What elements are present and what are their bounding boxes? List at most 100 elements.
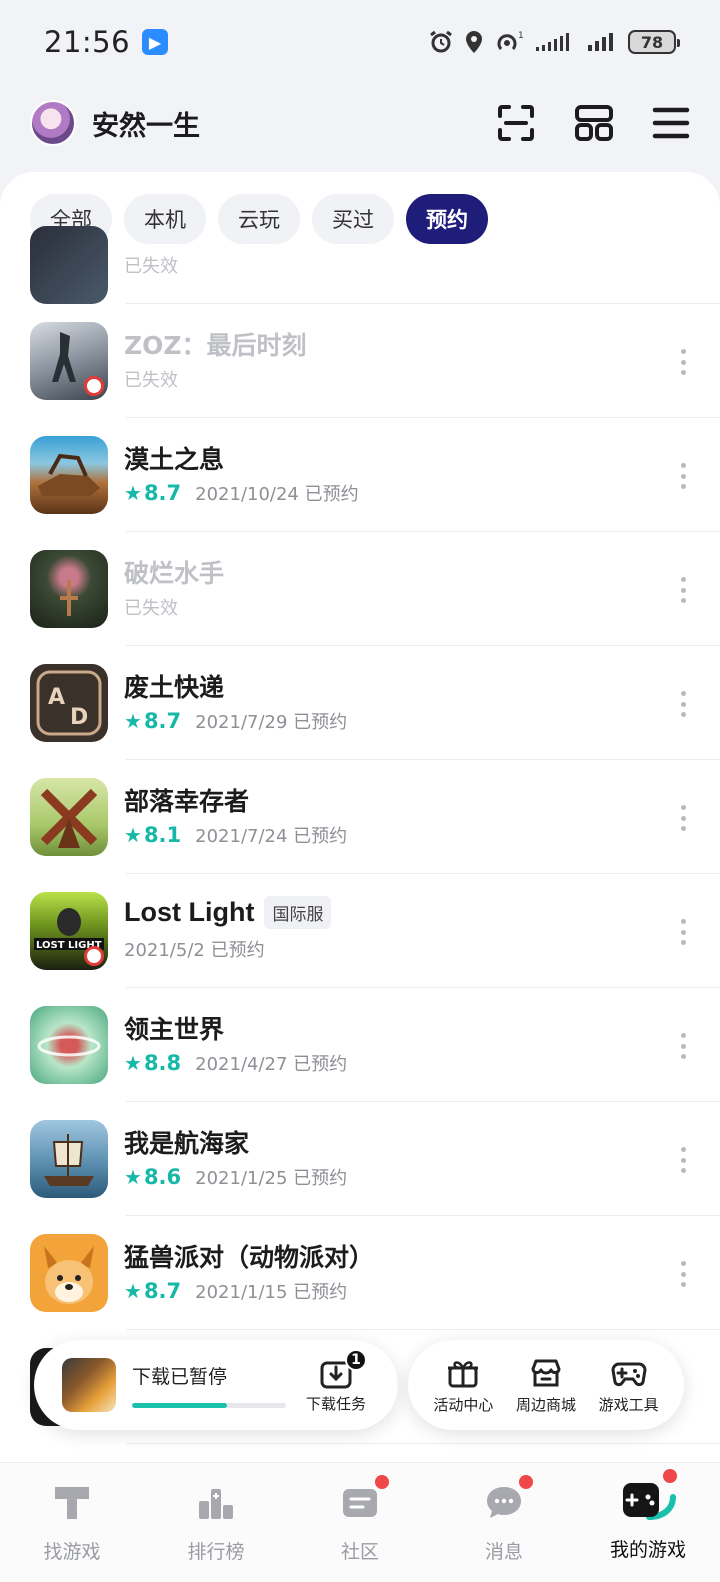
download-game-thumbnail: [62, 1358, 116, 1412]
star-icon: ★: [124, 1165, 142, 1189]
discover-icon: [55, 1487, 89, 1519]
notification-dot: [519, 1475, 533, 1489]
tool-game-tools[interactable]: 游戏工具: [599, 1356, 659, 1415]
game-thumbnail: [30, 1006, 108, 1084]
filter-chip-purchased[interactable]: 买过: [312, 194, 394, 244]
bottom-nav: 找游戏 排行榜 社区 消息 我的游戏: [0, 1462, 720, 1582]
game-thumbnail: [30, 1120, 108, 1198]
game-meta: ★ 8.6 2021/1/25 已预约: [124, 1164, 347, 1190]
filter-chip-reserved[interactable]: 预约: [406, 194, 488, 244]
filter-chip-local[interactable]: 本机: [124, 194, 206, 244]
svg-text:1: 1: [518, 31, 524, 41]
community-icon: [343, 1489, 377, 1517]
rating: ★ 8.1: [124, 823, 182, 847]
game-meta: ★ 8.8 2021/4/27 已预约: [124, 1050, 347, 1076]
rating: ★ 8.6: [124, 1165, 182, 1189]
ranking-icon: [199, 1489, 233, 1519]
game-thumbnail: [30, 322, 108, 400]
game-row[interactable]: LOST LIGHT Lost Light 国际服 2021/5/2 已预约: [0, 874, 720, 988]
status-icons: 1 78: [428, 29, 680, 55]
more-options-icon[interactable]: [680, 1261, 686, 1287]
download-task-label: 下载任务: [306, 1394, 367, 1413]
game-title: 漠土之息: [124, 445, 225, 474]
game-meta: ★ 8.7 2021/7/29 已预约: [124, 708, 347, 734]
main-card: 全部 本机 云玩 买过 预约 已失效 ZOZ：最后时刻 已失效 漠土之息 ★ 8…: [0, 172, 720, 1462]
filter-chip-cloud[interactable]: 云玩: [218, 194, 300, 244]
more-options-icon[interactable]: [680, 349, 686, 375]
game-row[interactable]: 漠土之息 ★ 8.7 2021/10/24 已预约: [0, 418, 720, 532]
layout-icon[interactable]: [574, 103, 614, 143]
more-options-icon[interactable]: [680, 691, 686, 717]
game-title: 领主世界: [124, 1015, 225, 1044]
nav-community[interactable]: 社区: [288, 1463, 432, 1582]
more-options-icon[interactable]: [680, 919, 686, 945]
more-options-icon[interactable]: [680, 1147, 686, 1173]
game-meta: ★ 8.1 2021/7/24 已预约: [124, 822, 347, 848]
nav-find-games[interactable]: 找游戏: [0, 1463, 144, 1582]
status-time: 21:56: [44, 25, 131, 59]
rating: ★ 8.7: [124, 481, 182, 505]
game-row[interactable]: 破烂水手 已失效: [0, 532, 720, 646]
signal-1-icon: [536, 33, 569, 51]
avatar[interactable]: [30, 100, 76, 146]
download-progress-fill: [132, 1403, 228, 1408]
game-meta: ★ 8.7 2021/10/24 已预约: [124, 480, 359, 506]
reserve-date: 2021/10/24 已预约: [195, 484, 359, 505]
game-meta: ★ 8.7 2021/1/15 已预约: [124, 1278, 347, 1304]
game-status: 已失效: [124, 598, 178, 619]
game-thumbnail: AD: [30, 664, 108, 742]
quick-tools-bar: 活动中心 周边商城 游戏工具: [408, 1340, 684, 1430]
star-icon: ★: [124, 481, 142, 505]
app-notification-icon: ▶: [142, 29, 169, 55]
reserve-date: 2021/7/24 已预约: [195, 826, 348, 847]
game-row[interactable]: 我是航海家 ★ 8.6 2021/1/25 已预约: [0, 1102, 720, 1216]
header: 安然一生: [0, 90, 720, 156]
reserve-date: 2021/1/15 已预约: [195, 1282, 348, 1303]
nav-my-games[interactable]: 我的游戏: [576, 1463, 720, 1582]
more-options-icon[interactable]: [680, 577, 686, 603]
game-list: 已失效 ZOZ：最后时刻 已失效 漠土之息 ★ 8.7 2021/10/24 已预…: [0, 226, 720, 1444]
game-thumbnail: [30, 1234, 108, 1312]
shop-icon: [531, 1359, 561, 1386]
signal-2-icon: [588, 33, 613, 51]
nav-messages[interactable]: 消息: [432, 1463, 576, 1582]
game-thumbnail: [30, 226, 108, 304]
reserve-date: 2021/1/25 已预约: [195, 1168, 348, 1189]
game-row[interactable]: ZOZ：最后时刻 已失效: [0, 304, 720, 418]
game-title: 猛兽派对（动物派对）: [124, 1243, 375, 1272]
nav-ranking[interactable]: 排行榜: [144, 1463, 288, 1582]
game-row[interactable]: AD 废土快递 ★ 8.7 2021/7/29 已预约: [0, 646, 720, 760]
reserve-date: 2021/5/2 已预约: [124, 940, 265, 961]
more-options-icon[interactable]: [680, 1033, 686, 1059]
tool-activity-center[interactable]: 活动中心: [433, 1356, 493, 1415]
alarm-icon: [430, 30, 452, 53]
game-row[interactable]: 猛兽派对（动物派对） ★ 8.7 2021/1/15 已预约: [0, 1216, 720, 1330]
download-task-button[interactable]: 1 下载任务: [306, 1348, 367, 1414]
publisher-badge-icon: [84, 946, 104, 966]
star-icon: ★: [124, 709, 142, 733]
download-progress-bar: [132, 1403, 286, 1408]
reserve-date: 2021/4/27 已预约: [195, 1054, 348, 1075]
more-options-icon[interactable]: [680, 805, 686, 831]
notification-dot: [375, 1475, 389, 1489]
username[interactable]: 安然一生: [92, 104, 200, 143]
game-thumbnail: [30, 778, 108, 856]
location-icon: [466, 31, 482, 53]
download-count-badge: 1: [345, 1348, 367, 1371]
menu-icon[interactable]: [652, 105, 690, 141]
game-thumbnail: LOST LIGHT: [30, 892, 108, 970]
hotspot-icon: 1: [497, 31, 524, 50]
tool-merch-shop[interactable]: 周边商城: [516, 1356, 576, 1415]
scan-icon[interactable]: [496, 103, 536, 143]
more-options-icon[interactable]: [680, 463, 686, 489]
game-row[interactable]: 已失效: [0, 226, 720, 304]
star-icon: ★: [124, 1279, 142, 1303]
download-status-bar[interactable]: 下载已暂停 1 下载任务: [34, 1340, 398, 1430]
game-row[interactable]: 领主世界 ★ 8.8 2021/4/27 已预约: [0, 988, 720, 1102]
rating: ★ 8.7: [124, 709, 182, 733]
status-bar: 21:56 ▶ 1 78: [0, 0, 720, 84]
game-row[interactable]: 部落幸存者 ★ 8.1 2021/7/24 已预约: [0, 760, 720, 874]
game-title: ZOZ：最后时刻: [124, 331, 307, 360]
download-info: 下载已暂停: [132, 1362, 286, 1408]
game-thumbnail: [30, 550, 108, 628]
